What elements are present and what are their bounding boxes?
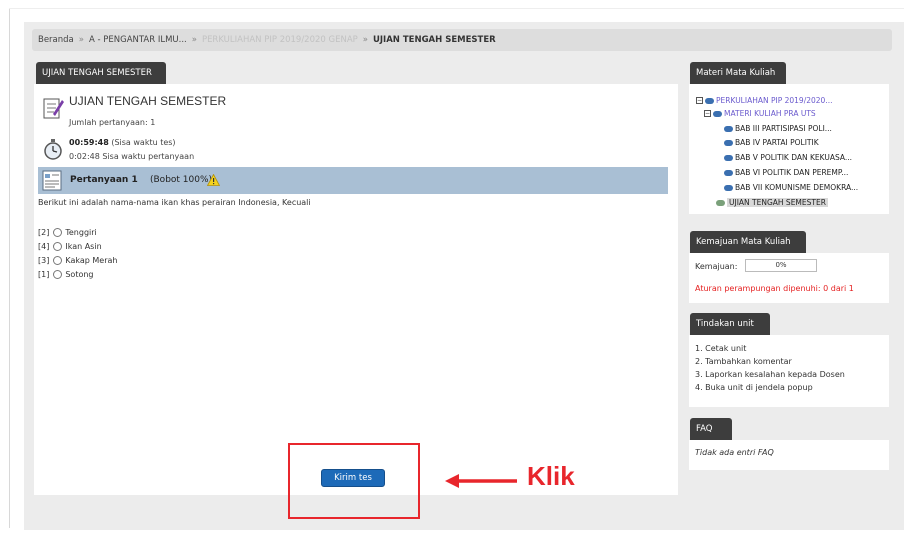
answer-option[interactable]: [1] Sotong — [38, 270, 94, 279]
tree-item-label[interactable]: MATERI KULIAH PRA UTS — [724, 109, 816, 118]
answer-radio[interactable] — [53, 256, 63, 265]
breadcrumb-separator: » — [191, 35, 197, 45]
tree-item-label[interactable]: BAB VII KOMUNISME DEMOKRA... — [735, 183, 858, 192]
annotation-arrow-icon — [445, 474, 517, 488]
warning-icon — [207, 174, 220, 186]
unit-actions-block-header: Tindakan unit — [690, 313, 770, 335]
question-label: Pertanyaan 1 — [70, 175, 138, 185]
unit-icon — [724, 125, 733, 132]
annotation-label: Klik — [527, 461, 575, 491]
question-timer: 0:02:48 Sisa waktu pertanyaan — [69, 152, 195, 161]
collapse-icon[interactable]: − — [696, 97, 703, 104]
answer-code: [1] — [38, 270, 50, 279]
tree-item-label[interactable]: BAB V POLITIK DAN KEKUASA... — [735, 153, 852, 162]
answer-option[interactable]: [4] Ikan Asin — [38, 242, 102, 251]
breadcrumb-separator: » — [78, 35, 84, 45]
tree-item-label[interactable]: BAB VI POLITIK DAN PEREMP... — [735, 168, 848, 177]
unit-action-print[interactable]: 1. Cetak unit — [695, 344, 746, 353]
folder-icon — [705, 97, 714, 104]
progress-bar: 0% — [745, 259, 817, 272]
quiz-unit-icon — [716, 199, 725, 206]
answer-label: Ikan Asin — [65, 242, 102, 251]
breadcrumb-home[interactable]: Beranda — [38, 35, 74, 45]
answer-radio[interactable] — [53, 228, 63, 237]
test-timer: 00:59:48 (Sisa waktu tes) — [69, 138, 176, 147]
unit-icon — [724, 169, 733, 176]
tree-item-course[interactable]: − PERKULIAHAN PIP 2019/2020... — [696, 96, 832, 105]
tree-item-chapter[interactable]: BAB III PARTISIPASI POLI... — [724, 124, 832, 133]
breadcrumb-course[interactable]: A - PENGANTAR ILMU... — [89, 35, 187, 45]
quiz-title: UJIAN TENGAH SEMESTER — [69, 94, 227, 108]
answer-option[interactable]: [3] Kakap Merah — [38, 256, 117, 265]
faq-empty-text: Tidak ada entri FAQ — [695, 448, 774, 457]
unit-action-report[interactable]: 3. Laporkan kesalahan kepada Dosen — [695, 370, 845, 379]
top-border — [9, 8, 904, 9]
question-text: Berikut ini adalah nama-nama ikan khas p… — [38, 198, 311, 207]
tree-item-label[interactable]: PERKULIAHAN PIP 2019/2020... — [716, 96, 832, 105]
answer-label: Sotong — [65, 270, 94, 279]
collapse-icon[interactable]: − — [704, 110, 711, 117]
tree-item-chapter[interactable]: BAB VI POLITIK DAN PEREMP... — [724, 168, 848, 177]
tree-item-chapter[interactable]: BAB IV PARTAI POLITIK — [724, 138, 819, 147]
unit-icon — [724, 139, 733, 146]
unit-icon — [724, 154, 733, 161]
question-document-icon — [42, 170, 62, 191]
quiz-icon — [43, 98, 64, 119]
tree-item-current[interactable]: UJIAN TENGAH SEMESTER — [716, 198, 828, 207]
unit-icon — [724, 184, 733, 191]
annotation-highlight-box — [288, 443, 420, 519]
tree-item-label[interactable]: BAB IV PARTAI POLITIK — [735, 138, 819, 147]
question-count: Jumlah pertanyaan: 1 — [69, 118, 156, 127]
question-weight: (Bobot 100%) — [150, 175, 213, 185]
test-timer-label: (Sisa waktu tes) — [111, 138, 176, 147]
answer-code: [2] — [38, 228, 50, 237]
answer-label: Kakap Merah — [65, 256, 118, 265]
tree-item-chapter[interactable]: BAB VII KOMUNISME DEMOKRA... — [724, 183, 858, 192]
quiz-block-header: UJIAN TENGAH SEMESTER — [36, 62, 166, 84]
answer-radio[interactable] — [53, 270, 63, 279]
breadcrumb-section[interactable]: PERKULIAHAN PIP 2019/2020 GENAP — [202, 35, 358, 45]
breadcrumb: Beranda » A - PENGANTAR ILMU... » PERKUL… — [32, 29, 892, 51]
tree-item-label[interactable]: UJIAN TENGAH SEMESTER — [727, 198, 828, 207]
progress-block-header: Kemajuan Mata Kuliah — [690, 231, 806, 253]
answer-code: [4] — [38, 242, 50, 251]
faq-block-header: FAQ — [690, 418, 732, 440]
unit-action-comment[interactable]: 2. Tambahkan komentar — [695, 357, 792, 366]
progress-label: Kemajuan: — [695, 262, 738, 271]
materials-block-header: Materi Mata Kuliah — [690, 62, 786, 84]
breadcrumb-current: UJIAN TENGAH SEMESTER — [372, 35, 496, 45]
left-border — [9, 8, 10, 528]
test-timer-value: 00:59:48 — [69, 138, 109, 147]
completion-rule-text: Aturan perampungan dipenuhi: 0 dari 1 — [695, 284, 854, 293]
folder-icon — [713, 110, 722, 117]
tree-item-label[interactable]: BAB III PARTISIPASI POLI... — [735, 124, 832, 133]
answer-label: Tenggiri — [65, 228, 97, 237]
stopwatch-icon — [44, 139, 62, 160]
answer-option[interactable]: [2] Tenggiri — [38, 228, 97, 237]
breadcrumb-separator: » — [362, 35, 368, 45]
unit-action-popup[interactable]: 4. Buka unit di jendela popup — [695, 383, 813, 392]
tree-item-chapter[interactable]: BAB V POLITIK DAN KEKUASA... — [724, 153, 852, 162]
answer-radio[interactable] — [53, 242, 63, 251]
answer-code: [3] — [38, 256, 50, 265]
tree-item-section[interactable]: − MATERI KULIAH PRA UTS — [704, 109, 816, 118]
